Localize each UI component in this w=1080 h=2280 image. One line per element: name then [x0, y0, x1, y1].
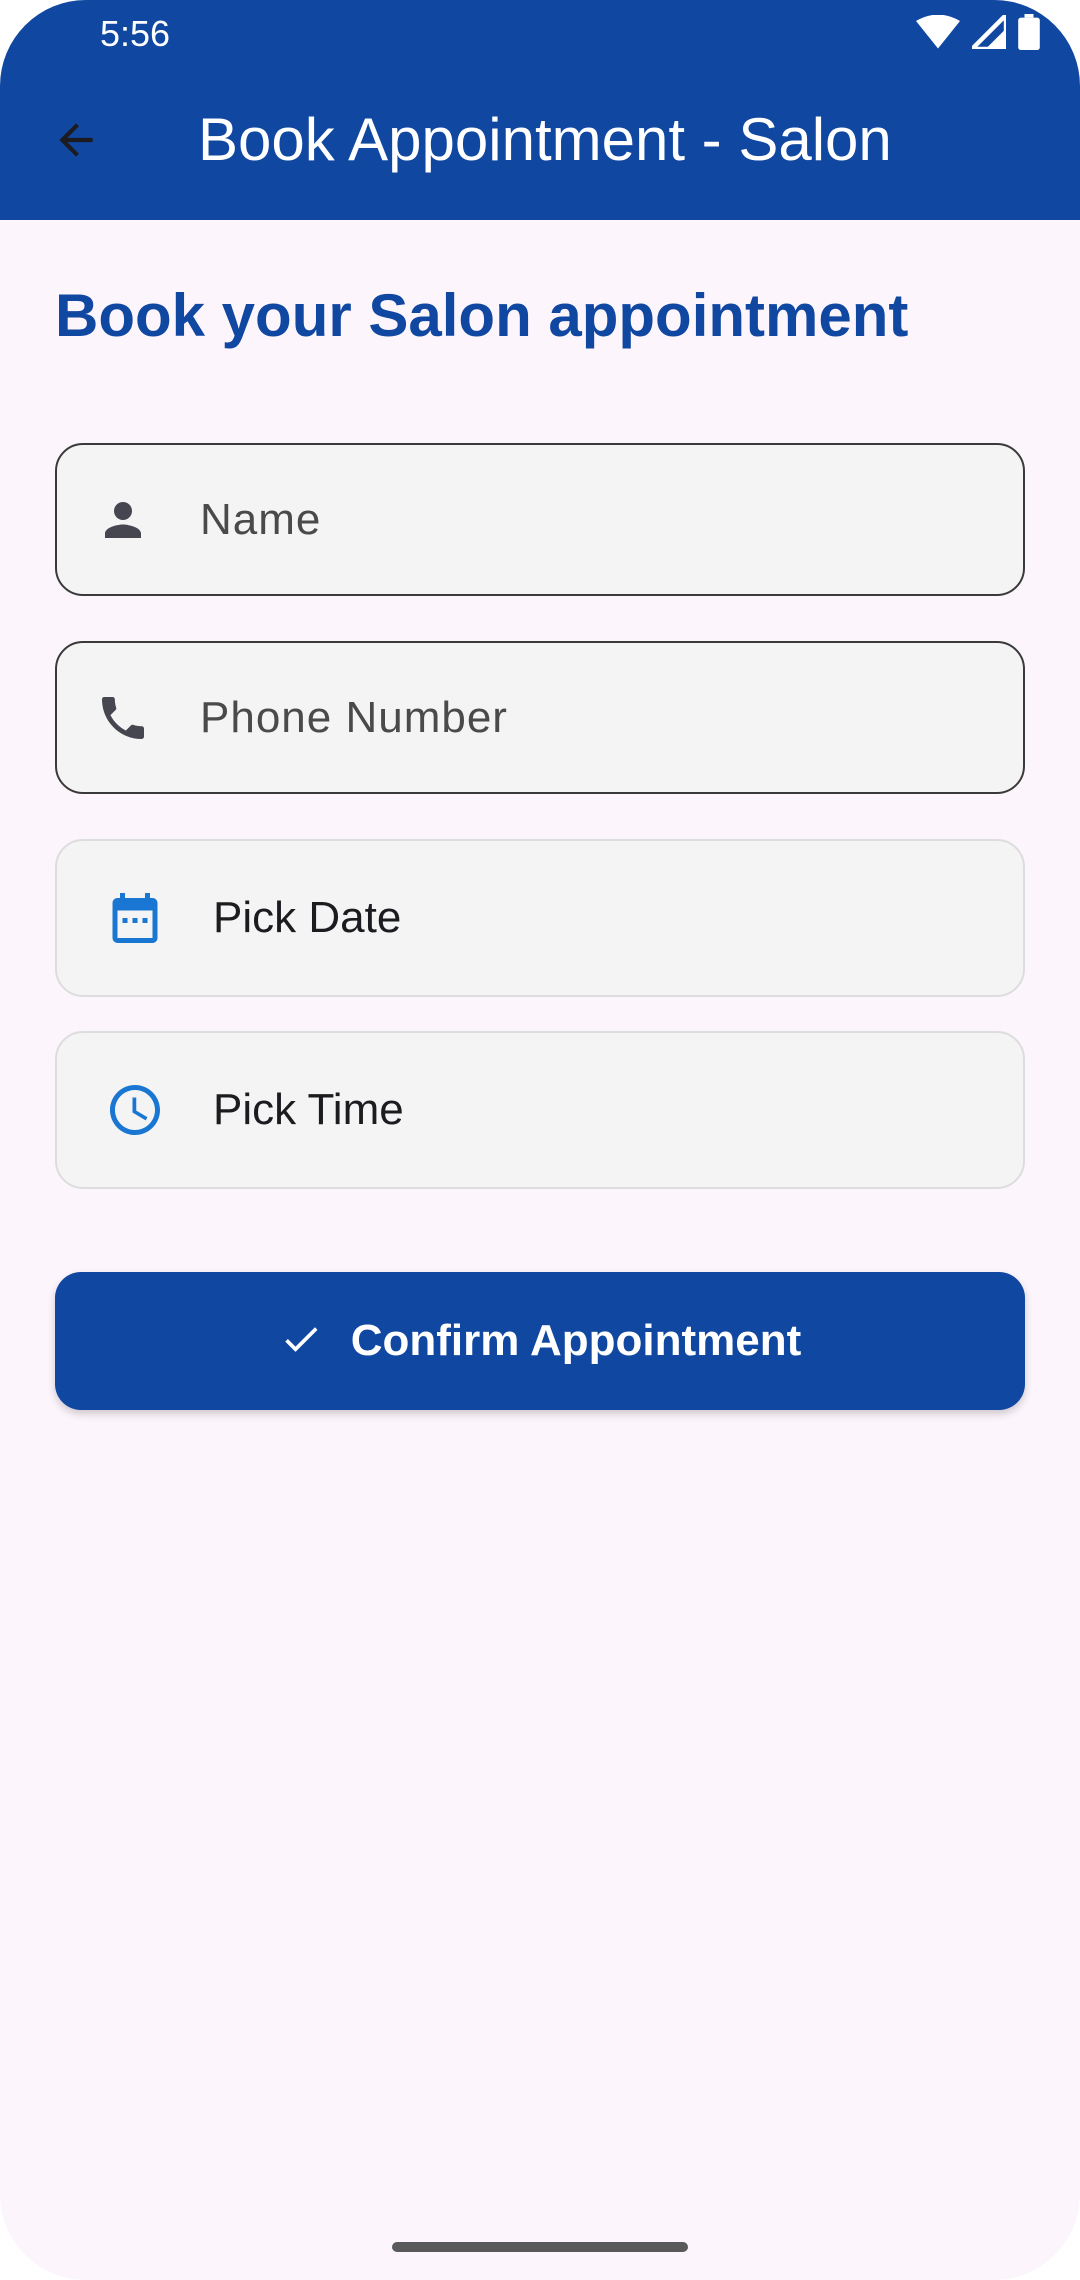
status-icons	[916, 9, 1040, 55]
name-field-placeholder: Name	[200, 494, 322, 544]
pick-date-label: Pick Date	[213, 893, 402, 942]
confirm-button-label: Confirm Appointment	[350, 1316, 802, 1365]
calendar-icon	[105, 888, 165, 948]
phone-field-placeholder: Phone Number	[200, 692, 508, 742]
back-button[interactable]	[46, 112, 106, 172]
arrow-back-icon	[51, 115, 101, 170]
pick-time-button[interactable]: Pick Time	[55, 1031, 1025, 1189]
phone-field[interactable]: Phone Number	[55, 641, 1025, 794]
pick-date-button[interactable]: Pick Date	[55, 839, 1025, 997]
wifi-icon	[916, 14, 960, 54]
app-bar: 5:56 Book Appointment - Salon	[0, 0, 1080, 220]
app-title: Book Appointment - Salon	[198, 106, 892, 173]
confirm-appointment-button[interactable]: Confirm Appointment	[55, 1272, 1025, 1410]
signal-icon	[966, 9, 1009, 54]
battery-icon	[1018, 14, 1040, 55]
check-icon	[279, 1317, 323, 1366]
phone-icon	[93, 688, 153, 748]
status-time: 5:56	[100, 13, 171, 54]
person-icon	[93, 490, 153, 550]
page-heading: Book your Salon appointment	[55, 282, 909, 349]
clock-icon	[105, 1080, 165, 1140]
screen: 5:56 Book Appointment - Salon Book your …	[0, 0, 1080, 2280]
name-field[interactable]: Name	[55, 443, 1025, 596]
pick-time-label: Pick Time	[213, 1085, 404, 1134]
home-indicator[interactable]	[392, 2242, 688, 2252]
